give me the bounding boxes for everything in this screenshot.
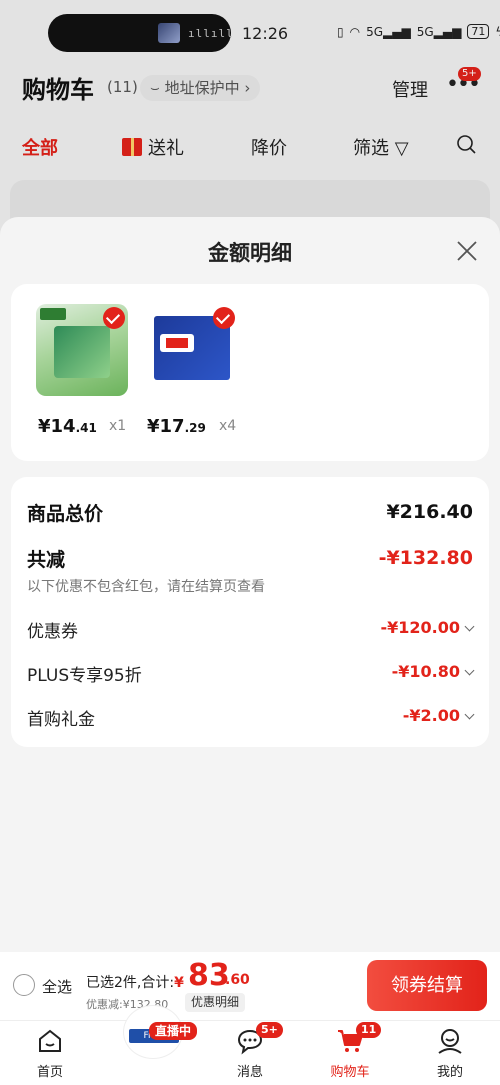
product-qty: x1 [109, 418, 127, 434]
product-image-milk[interactable] [36, 304, 128, 396]
coupon-value: -¥120.00 [380, 618, 460, 637]
discount-note: 以下优惠不包含红包，请在结算页查看 [27, 579, 265, 595]
select-all-radio[interactable] [13, 974, 35, 996]
total-label: 商品总价 [27, 503, 104, 525]
tab-me-label: 我的 [436, 1065, 463, 1080]
discount-label: 共减 [27, 549, 66, 571]
checked-icon [213, 307, 235, 329]
selected-summary: 已选2件,合计:¥ [86, 972, 184, 992]
product-price: ¥17.29 [147, 416, 206, 437]
home-icon [39, 1029, 61, 1052]
first-buy-label: 首购礼金 [27, 710, 95, 730]
brand-logo [40, 308, 66, 320]
tab-cart[interactable]: 11 购物车 [310, 1021, 390, 1085]
price-summary: 商品总价 ¥216.40 共减 -¥132.80 以下优惠不包含红包，请在结算页… [11, 477, 489, 747]
tab-cart-label: 购物车 [330, 1065, 370, 1080]
close-icon[interactable] [455, 239, 479, 263]
tab-home[interactable]: 首页 [10, 1021, 90, 1085]
selected-count: 已选2件,合计: [86, 975, 175, 991]
select-all-label[interactable]: 全选 [42, 976, 72, 997]
checked-icon [103, 307, 125, 329]
sheet-title: 金额明细 [208, 241, 292, 265]
discount-detail-button[interactable]: 优惠明细 [185, 993, 246, 1012]
tab-me[interactable]: 我的 [410, 1021, 490, 1085]
amount-detail-sheet: 金额明细 ¥14.41 x1 ¥17.29 x4 商品总价 ¥216.40 共减… [0, 217, 500, 952]
coupon-row-toggle[interactable]: -¥120.00 [380, 618, 475, 637]
chevron-down-icon [464, 621, 475, 632]
plus-discount-label: PLUS专享95折 [27, 666, 142, 686]
tab-messages[interactable]: 5+ 消息 [210, 1021, 290, 1085]
checkout-button[interactable]: 领券结算 [367, 960, 487, 1011]
product-box [54, 326, 110, 378]
product-qty: x4 [219, 418, 237, 434]
first-buy-value: -¥2.00 [402, 706, 460, 725]
selected-products: ¥14.41 x1 ¥17.29 x4 [11, 284, 489, 461]
discount-value: -¥132.80 [378, 547, 473, 569]
chevron-down-icon [464, 709, 475, 720]
plus-discount-value: -¥10.80 [391, 662, 460, 681]
tab-messages-label: 消息 [236, 1065, 263, 1080]
product-price: ¥14.41 [38, 416, 97, 437]
total-amount: 83 [188, 958, 230, 993]
product-label-mark [166, 338, 188, 348]
checkout-bar: 全选 已选2件,合计:¥ 83 .60 优惠减:¥132.80 优惠明细 领券结… [0, 952, 500, 1020]
messages-badge: 5+ [256, 1022, 283, 1038]
product-image-guangming[interactable] [146, 304, 238, 396]
profile-icon [438, 1029, 462, 1054]
live-badge: 直播中 [149, 1022, 198, 1040]
currency-symbol: ¥ [174, 975, 184, 991]
tab-home-label: 首页 [36, 1065, 63, 1080]
chevron-down-icon [464, 665, 475, 676]
total-value: ¥216.40 [386, 501, 473, 523]
tab-bar: 首页 5+ 消息 11 购物车 我的 [0, 1020, 500, 1085]
plus-row-toggle[interactable]: -¥10.80 [391, 662, 475, 681]
coupon-label: 优惠券 [27, 622, 78, 642]
cart-badge: 11 [356, 1022, 382, 1038]
total-amount-decimal: .60 [225, 972, 250, 988]
first-buy-row-toggle[interactable]: -¥2.00 [402, 706, 475, 725]
